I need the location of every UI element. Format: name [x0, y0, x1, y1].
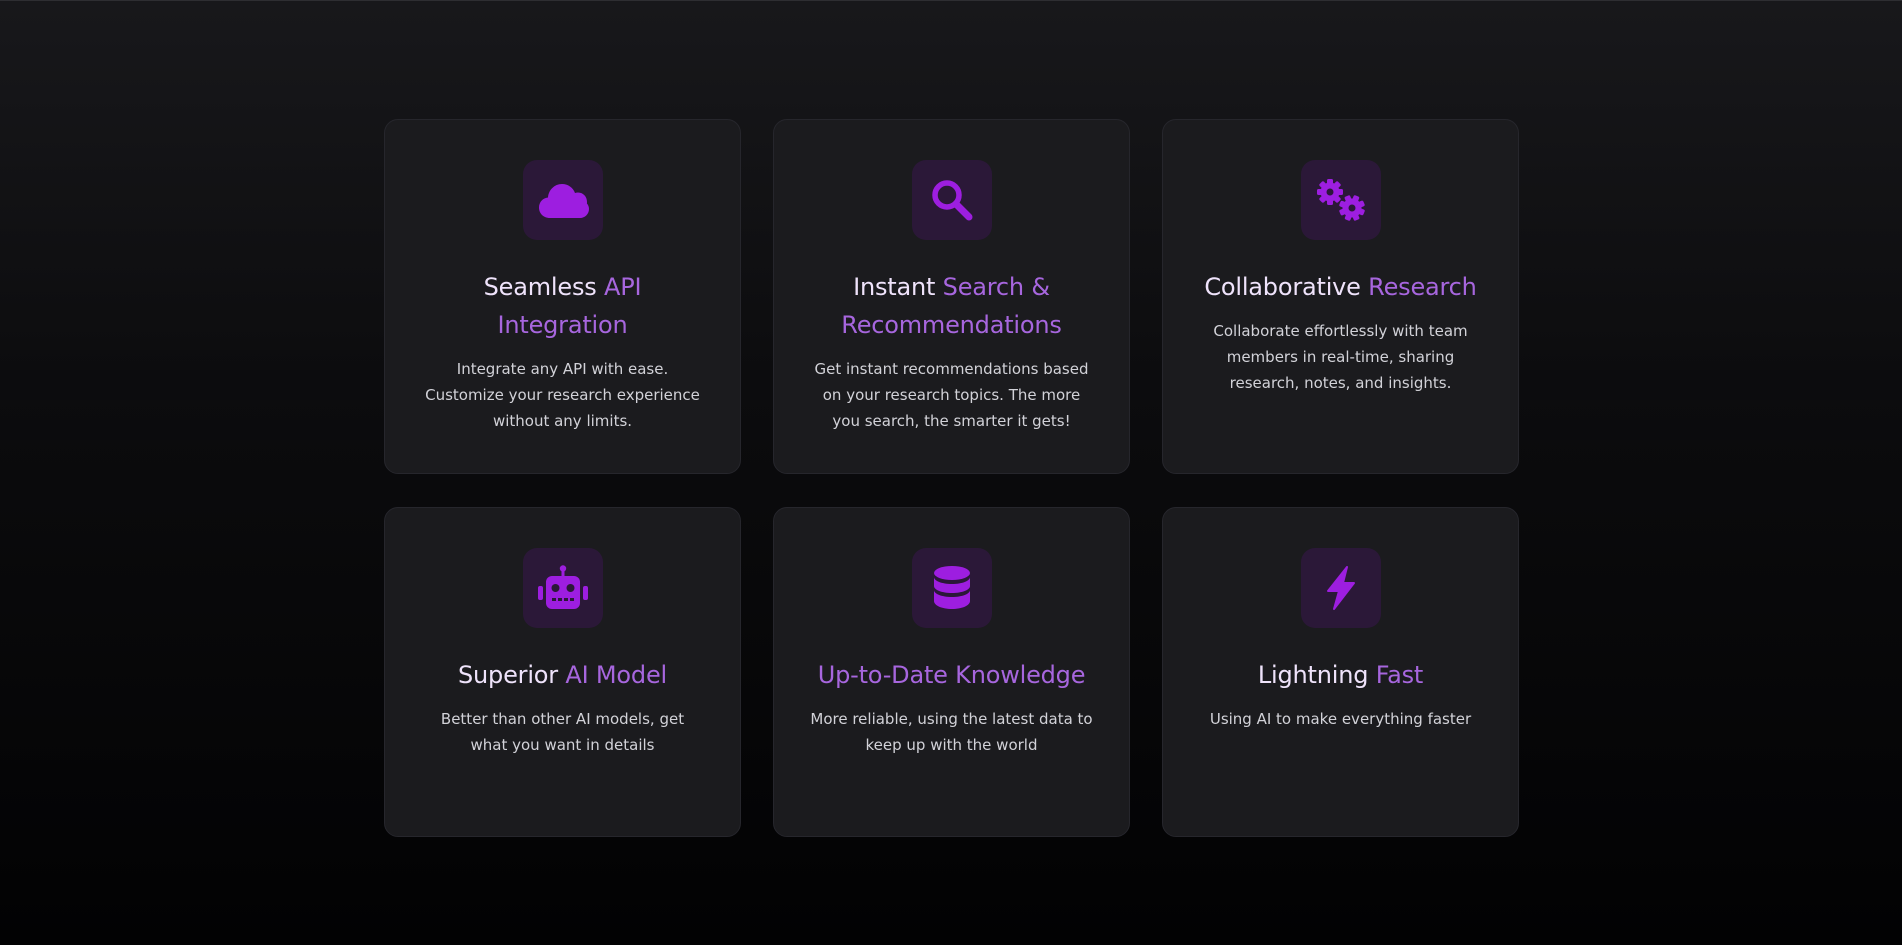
feature-card-api-integration: Seamless API Integration Integrate any A… — [384, 119, 741, 474]
feature-title: Instant Search & Recommendations — [810, 268, 1093, 344]
feature-title-part1: Seamless — [483, 273, 604, 301]
feature-title-part1: Up-to-Date — [817, 661, 956, 689]
feature-icon-container — [522, 548, 603, 628]
feature-title: Collaborative Research — [1204, 268, 1477, 306]
feature-card-superior-ai-model: Superior AI Model Better than other AI m… — [384, 507, 741, 837]
feature-card-up-to-date-knowledge: Up-to-Date Knowledge More reliable, usin… — [773, 507, 1130, 837]
feature-title: Lightning Fast — [1258, 656, 1423, 694]
feature-description: Get instant recommendations based on you… — [814, 360, 1089, 430]
feature-title-part2: Fast — [1375, 661, 1424, 689]
feature-icon-container — [911, 548, 992, 628]
lightning-icon — [1326, 566, 1355, 610]
feature-title: Superior AI Model — [458, 656, 667, 694]
robot-icon — [537, 565, 588, 609]
feature-icon-container — [522, 160, 603, 240]
feature-card-lightning-fast: Lightning Fast Using AI to make everythi… — [1162, 507, 1519, 837]
feature-description: Better than other AI models, get what yo… — [440, 710, 685, 754]
feature-description: Using AI to make everything faster — [1209, 710, 1472, 728]
feature-title: Seamless API Integration — [421, 268, 704, 344]
feature-title: Up-to-Date Knowledge — [818, 656, 1086, 694]
feature-title-part2: AI Model — [565, 661, 667, 689]
database-icon — [933, 566, 970, 609]
feature-title-part1: Lightning — [1257, 661, 1376, 689]
cloud-icon — [538, 184, 589, 218]
feature-title-part1: Superior — [458, 661, 566, 689]
feature-icon-container — [1300, 548, 1381, 628]
feature-card-instant-search: Instant Search & Recommendations Get ins… — [773, 119, 1130, 474]
feature-title-part1: Instant — [853, 273, 943, 301]
gears-icon — [1316, 179, 1365, 221]
feature-description: Integrate any API with ease. Customize y… — [425, 360, 700, 430]
feature-description: More reliable, using the latest data to … — [810, 710, 1093, 754]
feature-title-part2: Knowledge — [955, 661, 1086, 689]
search-icon — [931, 180, 972, 221]
feature-icon-container — [1300, 160, 1381, 240]
feature-description: Collaborate effortlessly with team membe… — [1213, 322, 1468, 392]
feature-icon-container — [911, 160, 992, 240]
feature-title-part2: Research — [1368, 273, 1477, 301]
feature-card-collaborative-research: Collaborative Research Collaborate effor… — [1162, 119, 1519, 474]
feature-title-part1: Collaborative — [1204, 273, 1369, 301]
features-grid: Seamless API Integration Integrate any A… — [384, 119, 1519, 837]
